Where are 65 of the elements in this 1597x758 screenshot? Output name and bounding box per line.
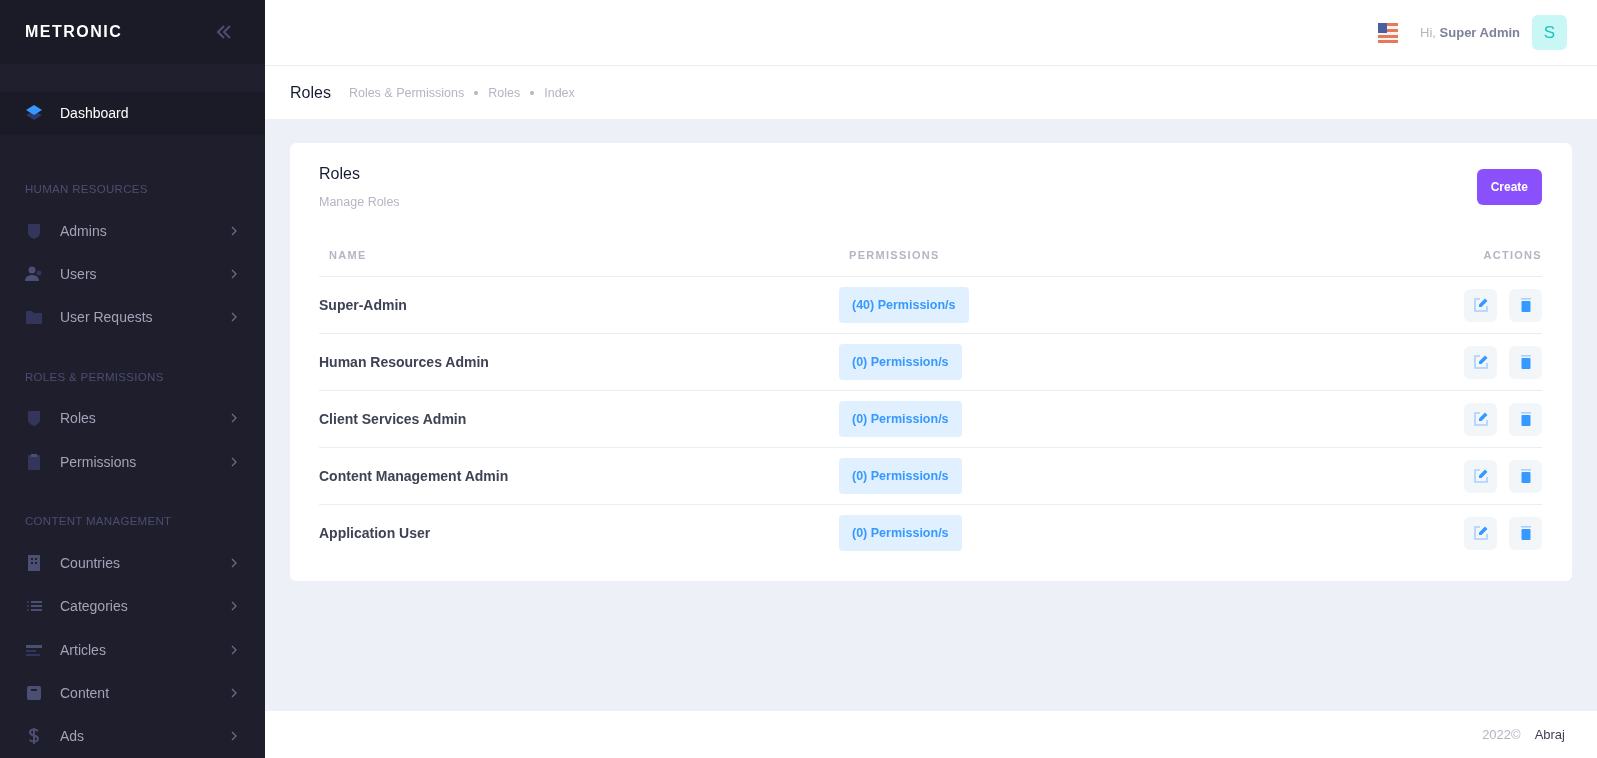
edit-icon xyxy=(1472,468,1489,484)
edit-button[interactable] xyxy=(1464,345,1497,379)
chevron-icon xyxy=(231,558,237,569)
sidebar-item[interactable]: Countries xyxy=(0,541,265,585)
delete-button[interactable] xyxy=(1509,459,1542,493)
box-icon xyxy=(24,683,44,703)
role-name: Human Resources Admin xyxy=(319,354,489,370)
edit-icon xyxy=(1472,297,1489,313)
chevron-icon xyxy=(231,413,237,424)
chevron-icon xyxy=(231,731,237,742)
role-name: Application User xyxy=(319,525,431,541)
chevron-icon xyxy=(231,688,237,698)
copyright-year: 2022© xyxy=(1482,727,1521,742)
edit-icon xyxy=(1472,525,1489,541)
create-button[interactable]: Create xyxy=(1476,169,1542,205)
card-title: Roles xyxy=(319,165,361,183)
sidebar-item[interactable]: Users xyxy=(0,252,265,296)
column-header: ACTIONS xyxy=(1277,249,1542,277)
delete-button[interactable] xyxy=(1509,516,1542,550)
sidebar-item[interactable]: Categories xyxy=(0,584,265,629)
role-name: Content Management Admin xyxy=(319,468,509,484)
column-header: PERMISSIONS xyxy=(839,249,1278,277)
chevron-icon xyxy=(231,268,237,279)
collapse-icon[interactable] xyxy=(215,24,233,40)
sidebar-item[interactable]: Permissions xyxy=(0,440,265,484)
breadcrumb-separator xyxy=(530,90,535,95)
brand-logo: METRONIC xyxy=(25,23,123,41)
card-subtitle: Manage Roles xyxy=(319,195,400,209)
delete-button[interactable] xyxy=(1509,345,1542,379)
section-heading: CONTENT MANAGEMENT xyxy=(24,514,173,530)
sidebar-item[interactable]: Dashboard xyxy=(0,91,265,135)
sidebar-item[interactable]: Roles xyxy=(0,396,265,441)
trash-icon xyxy=(1519,468,1532,484)
chevron-icon xyxy=(231,312,237,323)
section-heading: ROLES & PERMISSIONS xyxy=(24,369,165,385)
delete-button[interactable] xyxy=(1509,402,1542,436)
user-greeting: Hi, Super Admin xyxy=(1420,25,1520,40)
trash-icon xyxy=(1519,297,1532,313)
role-name: Super-Admin xyxy=(319,297,407,313)
edit-button[interactable] xyxy=(1464,459,1497,493)
breadcrumb-separator xyxy=(474,90,479,95)
sidebar-item[interactable]: Admins xyxy=(0,208,265,253)
sidebar-item[interactable]: Content xyxy=(0,671,265,715)
trash-icon xyxy=(1519,411,1532,427)
chevron-icon xyxy=(231,225,237,236)
sidebar-item[interactable]: Ads xyxy=(0,714,265,758)
footer-link[interactable]: Abraj xyxy=(1534,727,1565,742)
edit-icon xyxy=(1472,411,1489,427)
page-title: Roles xyxy=(290,83,331,102)
edit-button[interactable] xyxy=(1464,402,1497,436)
flag-icon[interactable] xyxy=(1378,22,1399,43)
section-heading: HUMAN RESOURCES xyxy=(24,181,149,197)
trash-icon xyxy=(1519,525,1532,541)
column-header: NAME xyxy=(319,249,839,277)
trash-icon xyxy=(1519,354,1532,370)
role-name: Client Services Admin xyxy=(319,411,467,427)
delete-button[interactable] xyxy=(1509,288,1542,322)
chevron-icon xyxy=(231,644,237,655)
edit-button[interactable] xyxy=(1464,516,1497,550)
chevron-icon xyxy=(231,601,237,612)
sidebar-item[interactable]: Articles xyxy=(0,628,265,672)
edit-icon xyxy=(1472,354,1489,370)
chevron-icon xyxy=(231,456,237,467)
edit-button[interactable] xyxy=(1464,288,1497,322)
sidebar-item[interactable]: User Requests xyxy=(0,295,265,339)
